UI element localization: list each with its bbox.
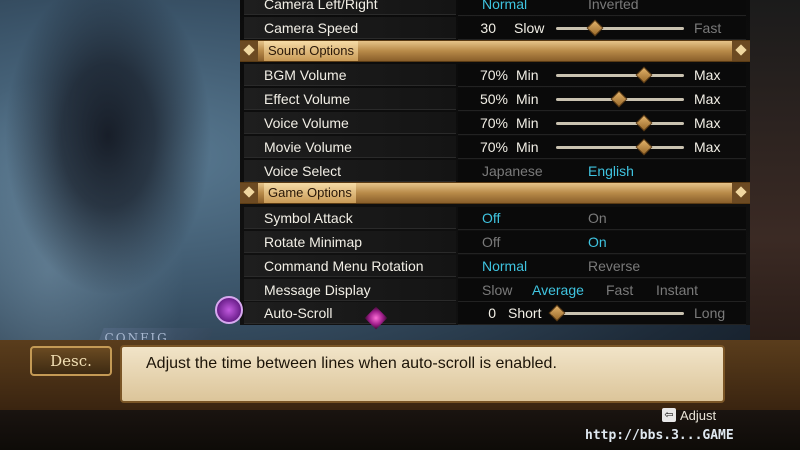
slider-value: 30 — [480, 20, 496, 36]
watermark: http://bbs.3...GAME — [585, 428, 734, 443]
option-row-auto-scroll[interactable]: Auto-Scroll 0 Short Long — [242, 302, 748, 325]
option-row-voice-volume[interactable]: Voice Volume 70% Min Max — [242, 112, 748, 135]
option-value: 70% Min Max — [458, 136, 746, 159]
slider-value: 50% — [479, 91, 508, 107]
slider-track[interactable] — [556, 122, 684, 125]
slider-value: 0 — [488, 305, 496, 321]
option-row-camera-left-right[interactable]: Camera Left/Right Normal Inverted — [242, 0, 748, 16]
header-corner-left — [240, 41, 258, 61]
slider-min-label: Min — [516, 91, 539, 107]
slider-min-label: Min — [516, 115, 539, 131]
option-label: Command Menu Rotation — [244, 255, 456, 277]
background-artwork — [0, 0, 240, 340]
slider-max-label: Max — [694, 115, 721, 131]
purple-orb-icon — [215, 296, 243, 324]
slider-min-label: Short — [508, 305, 542, 321]
option-label: Voice Volume — [244, 112, 456, 134]
option-choice-normal[interactable]: Normal — [482, 255, 527, 277]
slider-max-label: Max — [694, 67, 721, 83]
option-row-message-display[interactable]: Message Display Slow Average Fast Instan… — [242, 279, 748, 302]
option-label: Camera Speed — [244, 17, 456, 39]
slider-track[interactable] — [556, 146, 684, 149]
option-choice-off[interactable]: Off — [482, 207, 500, 229]
option-value: 0 Short Long — [458, 302, 746, 325]
slider-knob[interactable] — [610, 90, 628, 108]
option-choice-off[interactable]: Off — [482, 231, 500, 253]
option-value: Normal Inverted — [458, 0, 746, 16]
option-choice-instant[interactable]: Instant — [656, 279, 698, 301]
option-row-rotate-minimap[interactable]: Rotate Minimap Off On — [242, 231, 748, 254]
option-value: 30 Slow Fast — [458, 17, 746, 40]
option-value: Normal Reverse — [458, 255, 746, 278]
option-row-bgm-volume[interactable]: BGM Volume 70% Min Max — [242, 64, 748, 87]
slider-knob[interactable] — [586, 19, 604, 37]
option-value: Off On — [458, 231, 746, 254]
option-value: 70% Min Max — [458, 64, 746, 87]
slider-track[interactable] — [550, 312, 684, 315]
option-label: Camera Left/Right — [244, 0, 456, 15]
section-header-game: Game Options — [240, 182, 750, 204]
slider-max-label: Max — [694, 91, 721, 107]
option-label: Message Display — [244, 279, 456, 301]
adjust-key-icon: ⇦ — [662, 408, 676, 422]
option-label: Movie Volume — [244, 136, 456, 158]
slider-max-label: Max — [694, 139, 721, 155]
option-label: Effect Volume — [244, 88, 456, 110]
section-header-label: Sound Options — [264, 41, 359, 61]
option-choice-slow[interactable]: Slow — [482, 279, 512, 301]
option-row-voice-select[interactable]: Voice Select Japanese English — [242, 160, 748, 183]
slider-knob[interactable] — [548, 304, 566, 322]
option-value: Japanese English — [458, 160, 746, 183]
header-corner-right — [732, 41, 750, 61]
option-choice-on[interactable]: On — [588, 207, 607, 229]
option-label: Rotate Minimap — [244, 231, 456, 253]
slider-min-label: Slow — [514, 20, 545, 36]
option-choice-normal[interactable]: Normal — [482, 0, 527, 15]
section-header-sound: Sound Options — [240, 40, 750, 62]
description-text: Adjust the time between lines when auto-… — [146, 355, 557, 372]
adjust-label: Adjust — [680, 408, 717, 423]
option-choice-reverse[interactable]: Reverse — [588, 255, 640, 277]
option-label: Voice Select — [244, 160, 456, 182]
section-header-label: Game Options — [264, 183, 356, 203]
slider-track[interactable] — [556, 27, 684, 30]
option-choice-inverted[interactable]: Inverted — [588, 0, 639, 15]
slider-min-label: Min — [516, 139, 539, 155]
background-right-edge — [750, 0, 800, 340]
option-choice-on[interactable]: On — [588, 231, 607, 253]
option-value: 50% Min Max — [458, 88, 746, 111]
option-row-effect-volume[interactable]: Effect Volume 50% Min Max — [242, 88, 748, 111]
slider-knob[interactable] — [635, 138, 653, 156]
option-row-camera-speed[interactable]: Camera Speed 30 Slow Fast — [242, 17, 748, 40]
option-choice-japanese[interactable]: Japanese — [482, 160, 543, 182]
slider-value: 70% — [479, 115, 508, 131]
option-row-symbol-attack[interactable]: Symbol Attack Off On — [242, 207, 748, 230]
slider-max-label: Long — [694, 305, 726, 321]
slider-track[interactable] — [556, 74, 684, 77]
header-corner-left — [240, 183, 258, 203]
slider-knob[interactable] — [635, 66, 653, 84]
option-value: Slow Average Fast Instant — [458, 279, 746, 302]
slider-value: 70% — [479, 139, 508, 155]
option-choice-english[interactable]: English — [588, 160, 634, 182]
slider-knob[interactable] — [635, 114, 653, 132]
option-row-command-menu-rotation[interactable]: Command Menu Rotation Normal Reverse — [242, 255, 748, 278]
desc-tab-label: Desc. — [30, 346, 112, 376]
description-panel: Adjust the time between lines when auto-… — [120, 345, 725, 403]
option-value: Off On — [458, 207, 746, 230]
slider-max-label: Fast — [694, 20, 722, 36]
option-label: Auto-Scroll — [244, 302, 456, 324]
slider-value: 70% — [479, 67, 508, 83]
option-choice-fast[interactable]: Fast — [606, 279, 633, 301]
option-choice-average[interactable]: Average — [532, 279, 584, 301]
header-corner-right — [732, 183, 750, 203]
option-value: 70% Min Max — [458, 112, 746, 135]
option-row-movie-volume[interactable]: Movie Volume 70% Min Max — [242, 136, 748, 159]
option-label: BGM Volume — [244, 64, 456, 86]
option-label: Symbol Attack — [244, 207, 456, 229]
slider-min-label: Min — [516, 67, 539, 83]
